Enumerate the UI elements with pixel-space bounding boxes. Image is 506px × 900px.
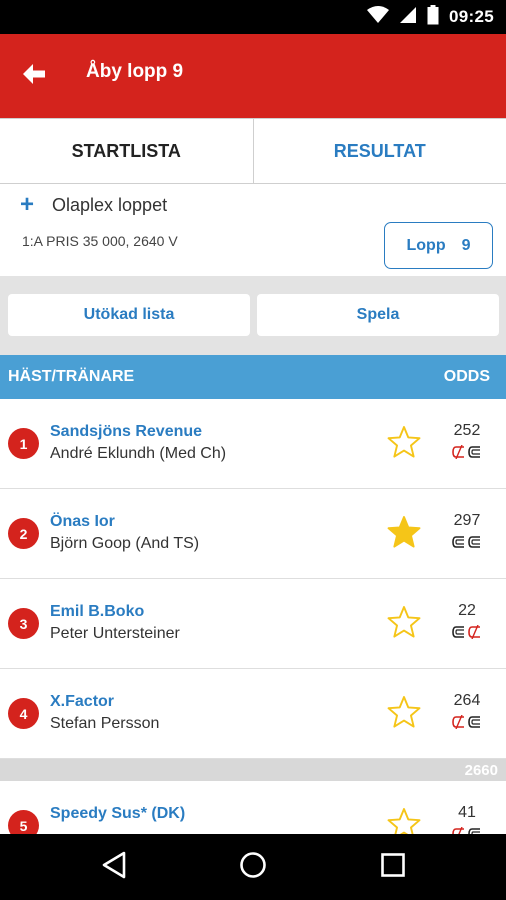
shoe-indicators [440, 624, 494, 644]
status-time: 09:25 [449, 7, 494, 26]
shoe-off-icon [468, 624, 482, 644]
start-number-badge: 4 [8, 698, 39, 729]
starters-table-header: HÄST/TRÄNARE ODDS [0, 355, 506, 399]
page-title: Åby lopp 9 [86, 61, 184, 82]
column-odds: ODDS [443, 368, 490, 385]
starter-row[interactable]: 4 X.Factor Stefan Persson 264 [0, 669, 506, 759]
race-name[interactable]: Olaplex loppet [52, 195, 167, 216]
battery-icon [427, 4, 439, 30]
odds-value: 252 [453, 422, 481, 439]
horse-name[interactable]: Önas Ior [50, 513, 115, 531]
race-prize: 1:A PRIS 35 000, 2640 V [22, 233, 178, 249]
nav-back-button[interactable] [94, 847, 134, 887]
shoe-indicators [440, 444, 494, 464]
starter-row[interactable]: 3 Emil B.Boko Peter Untersteiner 22 [0, 579, 506, 669]
tab-resultat[interactable]: RESULTAT [254, 119, 506, 183]
action-bar: Utökad lista Spela [0, 276, 506, 355]
system-nav-bar [0, 834, 506, 900]
star-outline-icon[interactable] [385, 693, 423, 731]
trainer-name: Björn Goop (And TS) [50, 535, 200, 552]
column-horse-trainer: HÄST/TRÄNARE [8, 368, 135, 385]
shoe-on-icon [468, 535, 482, 554]
shoe-indicators [440, 714, 494, 734]
extended-list-button[interactable]: Utökad lista [8, 294, 250, 336]
expand-plus-icon[interactable]: + [20, 192, 34, 218]
star-outline-icon[interactable] [385, 423, 423, 461]
shoe-on-icon [452, 625, 466, 644]
start-number-badge: 5 [8, 810, 39, 834]
wifi-icon [367, 5, 390, 29]
app-header: Åby lopp 9 [0, 34, 506, 118]
star-outline-icon[interactable] [385, 603, 423, 641]
shoe-indicators [440, 535, 494, 554]
shoe-on-icon [468, 827, 482, 834]
trainer-name: Stefan Persson [50, 715, 160, 732]
horse-name[interactable]: Speedy Sus* (DK) [50, 805, 185, 823]
start-number-badge: 3 [8, 608, 39, 639]
starter-row[interactable]: 1 Sandsjöns Revenue André Eklundh (Med C… [0, 399, 506, 489]
back-button[interactable] [12, 54, 56, 98]
nav-recents-button[interactable] [373, 847, 413, 887]
star-outline-icon[interactable] [385, 805, 423, 834]
horse-name[interactable]: Emil B.Boko [50, 603, 144, 621]
start-number-badge: 1 [8, 428, 39, 459]
starters-list: 1 Sandsjöns Revenue André Eklundh (Med C… [0, 399, 506, 834]
arrow-left-icon [22, 63, 46, 90]
lopp-label: Lopp [406, 236, 446, 254]
shoe-off-icon [452, 714, 466, 734]
starter-row[interactable]: 2 Önas Ior Björn Goop (And TS) 297 [0, 489, 506, 579]
distance-label: 2660 [464, 762, 498, 779]
distance-divider: 2660 [0, 759, 506, 781]
shoe-on-icon [468, 715, 482, 734]
home-circle-icon [239, 851, 267, 884]
play-button[interactable]: Spela [257, 294, 499, 336]
starter-row[interactable]: 5 Speedy Sus* (DK) 41 [0, 781, 506, 834]
odds-value: 22 [458, 602, 476, 619]
screen: 09:25 Åby lopp 9 STARTLISTA RESULTAT + O… [0, 0, 506, 900]
signal-icon [399, 6, 417, 29]
odds-value: 264 [453, 692, 481, 709]
tab-bar: STARTLISTA RESULTAT [0, 118, 506, 184]
shoe-off-icon [452, 826, 466, 834]
recents-square-icon [380, 852, 406, 883]
trainer-name: Peter Untersteiner [50, 625, 180, 642]
status-bar: 09:25 [0, 0, 506, 34]
horse-name[interactable]: X.Factor [50, 693, 114, 711]
race-info: + Olaplex loppet 1:A PRIS 35 000, 2640 V… [0, 184, 506, 276]
start-number-badge: 2 [8, 518, 39, 549]
back-triangle-icon [101, 851, 127, 884]
shoe-off-icon [452, 444, 466, 464]
odds-value: 41 [458, 804, 476, 821]
lopp-number: 9 [461, 236, 471, 254]
tab-startlista[interactable]: STARTLISTA [0, 119, 254, 183]
star-filled-icon[interactable] [385, 513, 423, 551]
trainer-name: André Eklundh (Med Ch) [50, 445, 227, 462]
nav-home-button[interactable] [233, 847, 273, 887]
shoe-indicators [440, 826, 494, 834]
lopp-select-button[interactable]: Lopp 9 [384, 222, 493, 269]
shoe-on-icon [452, 535, 466, 554]
odds-value: 297 [453, 512, 481, 529]
shoe-on-icon [468, 445, 482, 464]
horse-name[interactable]: Sandsjöns Revenue [50, 423, 202, 441]
